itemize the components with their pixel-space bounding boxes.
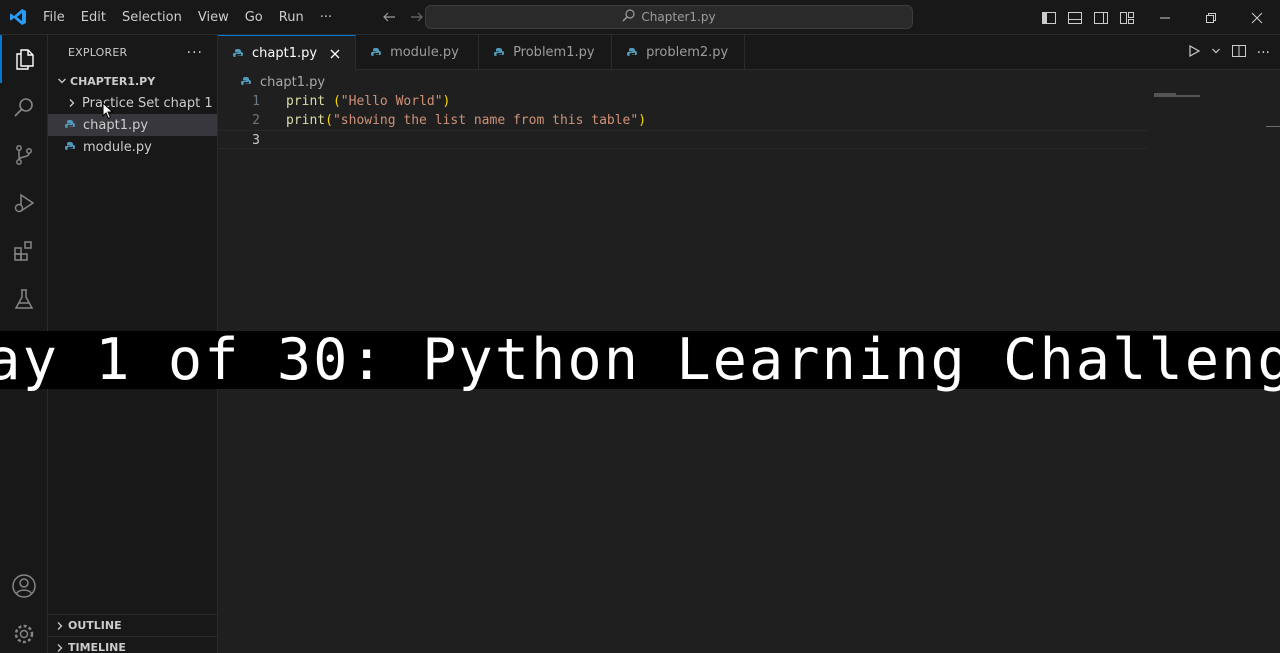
tab-problem2[interactable]: problem2.py bbox=[612, 35, 746, 70]
outline-section[interactable]: OUTLINE bbox=[48, 614, 218, 636]
minimize-icon[interactable] bbox=[1142, 0, 1188, 35]
tree-item-practice-set[interactable]: Practice Set chapt 1 bbox=[48, 92, 217, 114]
code-text: print("showing the list name from this t… bbox=[286, 111, 646, 130]
menu-go[interactable]: Go bbox=[237, 0, 271, 35]
sidebar-header: EXPLORER ··· bbox=[48, 35, 217, 70]
code-string: "showing the list name from this table" bbox=[332, 113, 639, 128]
settings-gear-icon[interactable] bbox=[0, 610, 48, 653]
code-paren: ( bbox=[332, 94, 341, 109]
restore-icon[interactable] bbox=[1188, 0, 1234, 35]
menu-selection[interactable]: Selection bbox=[114, 0, 190, 35]
tree-item-module[interactable]: module.py bbox=[48, 136, 217, 158]
window-controls bbox=[1142, 0, 1280, 35]
code-text: print ("Hello World") bbox=[286, 92, 450, 111]
toggle-panel-icon[interactable] bbox=[1066, 9, 1084, 27]
toggle-secondary-sidebar-icon[interactable] bbox=[1092, 9, 1110, 27]
editor-tab-bar: chapt1.py module.py Problem1.py problem2… bbox=[218, 35, 1280, 71]
chevron-right-icon bbox=[52, 643, 68, 653]
forward-arrow-icon[interactable] bbox=[408, 8, 426, 26]
minimap-line bbox=[1154, 95, 1200, 97]
code-line: 2 print("showing the list name from this… bbox=[218, 111, 1280, 130]
extensions-icon[interactable] bbox=[0, 227, 48, 275]
customize-layout-icon[interactable] bbox=[1118, 9, 1136, 27]
code-line: 1 print ("Hello World") bbox=[218, 92, 1280, 111]
testing-flask-icon[interactable] bbox=[0, 275, 48, 323]
python-file-icon bbox=[62, 141, 78, 153]
tab-chapt1[interactable]: chapt1.py bbox=[218, 35, 357, 71]
search-icon bbox=[622, 9, 636, 25]
tab-label: chapt1.py bbox=[252, 46, 318, 61]
chevron-right-icon bbox=[64, 98, 80, 108]
title-bar: File Edit Selection View Go Run ··· Chap… bbox=[0, 0, 1280, 35]
menu-more[interactable]: ··· bbox=[312, 0, 340, 35]
overlay-banner: Day 1 of 30: Python Learning Challenge bbox=[0, 331, 1280, 389]
line-number: 1 bbox=[252, 94, 260, 109]
timeline-label: TIMELINE bbox=[68, 641, 126, 653]
workspace-folder[interactable]: CHAPTER1.PY bbox=[48, 70, 217, 92]
scrollbar-thumb[interactable] bbox=[1266, 126, 1280, 127]
tree-item-label: module.py bbox=[83, 139, 152, 155]
outline-label: OUTLINE bbox=[68, 619, 122, 632]
code-paren: ) bbox=[638, 113, 647, 128]
line-number: 3 bbox=[252, 133, 260, 148]
code-string: "Hello World" bbox=[340, 94, 443, 109]
python-file-icon bbox=[491, 47, 507, 59]
toggle-primary-sidebar-icon[interactable] bbox=[1040, 9, 1058, 27]
run-debug-icon[interactable] bbox=[0, 179, 48, 227]
code-paren: ) bbox=[442, 94, 451, 109]
line-number: 2 bbox=[252, 113, 260, 128]
breadcrumb: chapt1.py bbox=[218, 71, 325, 93]
code-function: print bbox=[286, 113, 326, 128]
breadcrumb-file[interactable]: chapt1.py bbox=[260, 75, 325, 90]
python-file-icon bbox=[238, 76, 254, 88]
mouse-cursor-icon bbox=[102, 101, 114, 124]
more-actions-icon[interactable]: ··· bbox=[1257, 45, 1270, 61]
command-center-search[interactable]: Chapter1.py bbox=[425, 5, 913, 29]
menu-run[interactable]: Run bbox=[271, 0, 312, 35]
back-arrow-icon[interactable] bbox=[380, 8, 398, 26]
python-file-icon bbox=[62, 119, 78, 131]
close-window-icon[interactable] bbox=[1234, 0, 1280, 35]
run-dropdown-chevron-icon[interactable] bbox=[1211, 45, 1221, 60]
sidebar-more-icon[interactable]: ··· bbox=[187, 45, 203, 61]
banner-text: Day 1 of 30: Python Learning Challenge bbox=[0, 327, 1280, 393]
python-file-icon bbox=[624, 47, 640, 59]
vscode-logo-icon bbox=[0, 0, 35, 35]
tab-problem1[interactable]: Problem1.py bbox=[479, 35, 613, 70]
code-line-current: 3 bbox=[218, 130, 1148, 149]
accounts-icon[interactable] bbox=[0, 562, 48, 610]
menu-view[interactable]: View bbox=[190, 0, 237, 35]
tab-label: problem2.py bbox=[646, 45, 729, 60]
chevron-right-icon bbox=[52, 621, 68, 631]
chevron-down-icon bbox=[54, 76, 70, 86]
menu-edit[interactable]: Edit bbox=[73, 0, 114, 35]
layout-controls bbox=[1040, 0, 1136, 35]
split-editor-icon[interactable] bbox=[1231, 43, 1247, 63]
run-python-icon[interactable] bbox=[1187, 44, 1201, 62]
tab-label: Problem1.py bbox=[513, 45, 595, 60]
workspace-folder-label: CHAPTER1.PY bbox=[70, 74, 156, 88]
tab-module[interactable]: module.py bbox=[356, 35, 480, 70]
code-paren: ( bbox=[325, 113, 333, 128]
editor-actions: ··· bbox=[1187, 35, 1270, 70]
python-file-icon bbox=[368, 47, 384, 59]
source-control-icon[interactable] bbox=[0, 131, 48, 179]
tree-item-label: chapt1.py bbox=[83, 117, 149, 133]
explorer-icon[interactable] bbox=[0, 35, 48, 83]
close-tab-icon[interactable] bbox=[327, 49, 343, 59]
nav-arrows bbox=[380, 8, 426, 26]
timeline-section[interactable]: TIMELINE bbox=[48, 636, 218, 653]
menu-bar: File Edit Selection View Go Run ··· bbox=[35, 0, 340, 35]
code-function: print bbox=[286, 94, 326, 109]
search-view-icon[interactable] bbox=[0, 83, 48, 131]
tab-label: module.py bbox=[390, 45, 459, 60]
command-center-label: Chapter1.py bbox=[641, 10, 716, 24]
python-file-icon bbox=[230, 48, 246, 60]
menu-file[interactable]: File bbox=[35, 0, 73, 35]
tree-item-chapt1[interactable]: chapt1.py bbox=[48, 114, 217, 136]
sidebar-title: EXPLORER bbox=[68, 46, 128, 59]
